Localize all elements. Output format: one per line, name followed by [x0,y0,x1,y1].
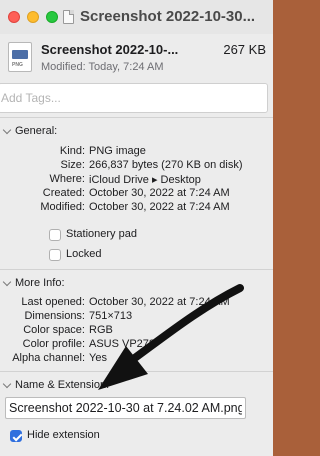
chevron-down-icon [2,277,12,287]
info-row-dimensions: Dimensions: 751×713 [0,310,273,324]
window-title: Screenshot 2022-10-30... [80,8,256,25]
stationery-pad-label: Stationery pad [66,228,137,240]
locked-label: Locked [66,248,102,260]
modified-label: Modified: Today, 7:24 AM [41,61,164,73]
row-value: October 30, 2022 at 7:24 AM [89,296,230,308]
info-row-color-profile: Color profile: ASUS VP278 [0,338,273,352]
info-row-size: Size: 266,837 bytes (270 KB on disk) [0,159,273,173]
section-more-info-heading: More Info: [15,277,65,289]
section-more-info-toggle[interactable]: More Info: [2,277,65,289]
file-header: PNG Screenshot 2022-10-... 267 KB Modifi… [0,34,273,80]
checkbox-box[interactable] [49,229,61,241]
info-window: Screenshot 2022-10-30... PNG Screenshot … [0,0,273,456]
row-key: Dimensions: [24,310,85,322]
info-row-kind: Kind: PNG image [0,145,273,159]
section-name-extension-heading: Name & Extension: [15,379,110,391]
row-value: October 30, 2022 at 7:24 AM [89,201,230,213]
row-key: Created: [42,187,85,199]
divider [0,117,273,118]
title-bar[interactable]: Screenshot 2022-10-30... [0,0,273,34]
file-type-badge: PNG [12,62,23,68]
section-name-extension-toggle[interactable]: Name & Extension: [2,379,110,391]
info-row-where: Where: iCloud Drive ▸ Desktop [0,173,273,187]
document-icon [63,10,74,24]
row-key: Color space: [23,324,85,336]
hide-extension-label: Hide extension [27,429,100,441]
row-value: RGB [89,324,113,336]
row-value: October 30, 2022 at 7:24 AM [89,187,230,199]
chevron-down-icon [2,379,12,389]
row-value: iCloud Drive ▸ Desktop [89,174,201,186]
divider [0,269,273,270]
row-key: Color profile: [22,338,85,350]
checkbox-box[interactable] [49,249,61,261]
info-row-last-opened: Last opened: October 30, 2022 at 7:24 AM [0,296,273,310]
info-row-color-space: Color space: RGB [0,324,273,338]
row-value: 751×713 [89,310,133,322]
tags-input[interactable] [0,83,268,113]
row-value: Yes [89,352,107,364]
file-name: Screenshot 2022-10-... [41,42,179,57]
minimize-button[interactable] [27,11,39,23]
row-key: Size: [60,159,85,171]
row-key: Where: [49,173,85,185]
section-general-heading: General: [15,125,58,137]
info-row-alpha-channel: Alpha channel: Yes [0,352,273,366]
row-key: Modified: [40,201,85,213]
row-key: Alpha channel: [12,352,85,364]
divider [0,371,273,372]
png-file-icon: PNG [8,42,32,72]
checkbox-box-checked[interactable] [10,430,22,442]
row-value: ASUS VP278 [89,338,156,350]
row-key: Kind: [59,145,85,157]
row-value: PNG image [89,145,146,157]
section-general-toggle[interactable]: General: [2,125,58,137]
file-name-field[interactable] [5,397,246,419]
close-button[interactable] [8,11,20,23]
file-size: 267 KB [223,42,266,57]
info-row-created: Created: October 30, 2022 at 7:24 AM [0,187,273,201]
info-row-modified: Modified: October 30, 2022 at 7:24 AM [0,201,273,215]
zoom-button[interactable] [46,11,58,23]
row-key: Last opened: [21,296,85,308]
thumbnail-preview [12,50,28,59]
row-value: 266,837 bytes (270 KB on disk) [89,159,243,171]
chevron-down-icon [2,125,12,135]
